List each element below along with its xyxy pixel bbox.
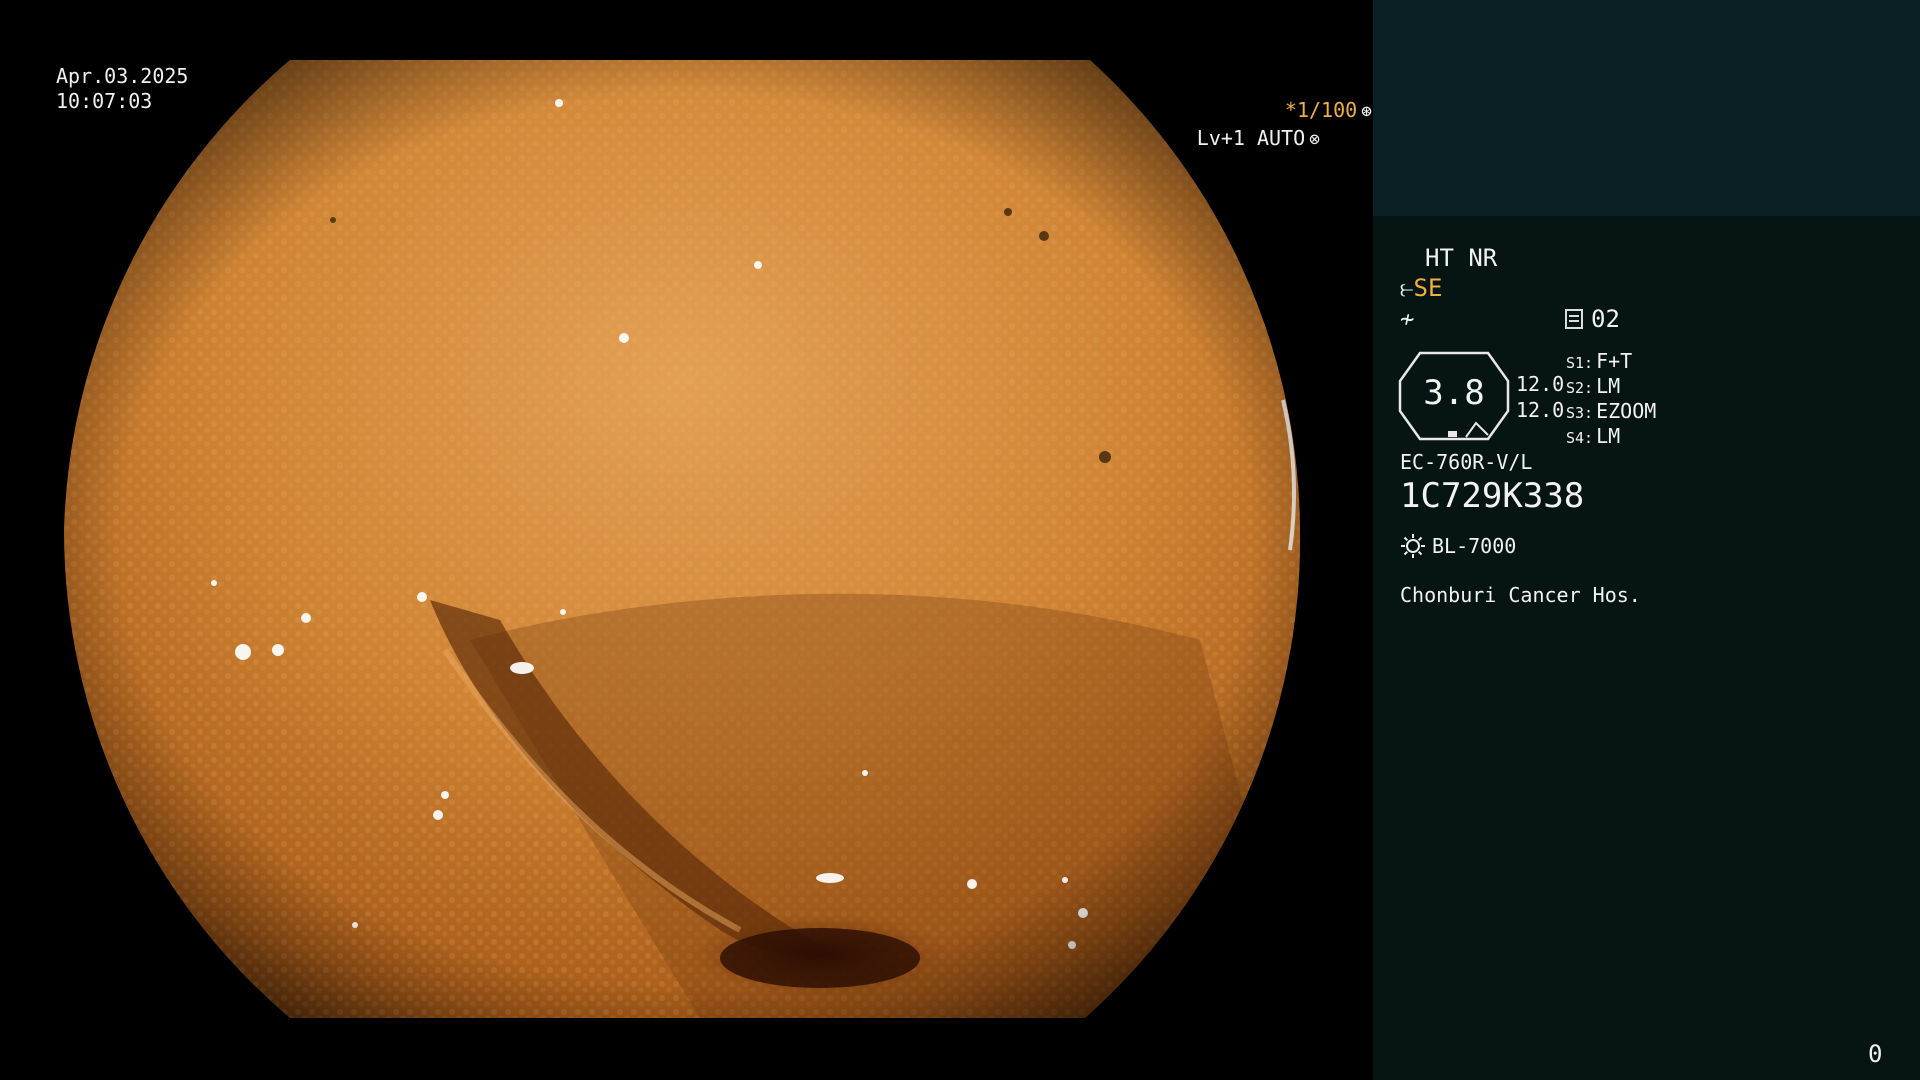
iris-icon: ⊗ bbox=[1309, 129, 1320, 150]
enhancement-label: SE bbox=[1413, 274, 1443, 302]
zoom-value: 3.8 bbox=[1423, 373, 1485, 413]
light-source-icon bbox=[1401, 534, 1425, 558]
switch-s4: S4: LM bbox=[1566, 424, 1621, 448]
setting-value-1: 12.0 bbox=[1516, 372, 1565, 396]
enhancement-icon: ⥼ bbox=[1400, 274, 1414, 302]
panel-header-area bbox=[1373, 0, 1920, 216]
switch-s1: S1: F+T bbox=[1566, 349, 1633, 373]
endoscopic-image: Apr.03.2025 10:07:03 *1/100 ⊛ Lv+1 AUTO ⊗ bbox=[0, 0, 1372, 1080]
switch-s3: S3: EZOOM bbox=[1566, 399, 1657, 423]
switch-s2: S2: LM bbox=[1566, 374, 1621, 398]
processing-modes: HT NR bbox=[1425, 244, 1498, 272]
colon-mucosa-image bbox=[64, 60, 1301, 1018]
structure-enhancement: ⥼SE bbox=[1400, 274, 1442, 302]
light-source: BL-7000 bbox=[1400, 533, 1516, 559]
memory-slot-value: 02 bbox=[1591, 305, 1620, 333]
light-source-value: BL-7000 bbox=[1432, 534, 1517, 558]
hospital-name: Chonburi Cancer Hos. bbox=[1400, 583, 1641, 607]
brightness-level-value: Lv+1 AUTO bbox=[1196, 126, 1306, 150]
memory-icon bbox=[1565, 309, 1583, 329]
memory-slot: 02 bbox=[1565, 305, 1620, 333]
scope-serial: 1C729K338 bbox=[1400, 476, 1585, 516]
image-counter: 0 bbox=[1868, 1040, 1883, 1068]
zoom-marker bbox=[1448, 431, 1457, 437]
shutter-speed: *1/100 ⊛ bbox=[42, 98, 1372, 122]
setting-value-2: 12.0 bbox=[1516, 398, 1565, 422]
shutter-icon: ⊛ bbox=[1361, 101, 1372, 122]
scope-model: EC-760R-V/L bbox=[1400, 450, 1533, 474]
capture-date: Apr.03.2025 bbox=[56, 64, 189, 88]
brightness-level: Lv+1 AUTO ⊗ bbox=[0, 126, 1320, 150]
shutter-speed-value: *1/100 bbox=[1284, 98, 1358, 122]
noise-icon: ≁ bbox=[1400, 305, 1415, 333]
panel-body bbox=[1373, 216, 1920, 1080]
